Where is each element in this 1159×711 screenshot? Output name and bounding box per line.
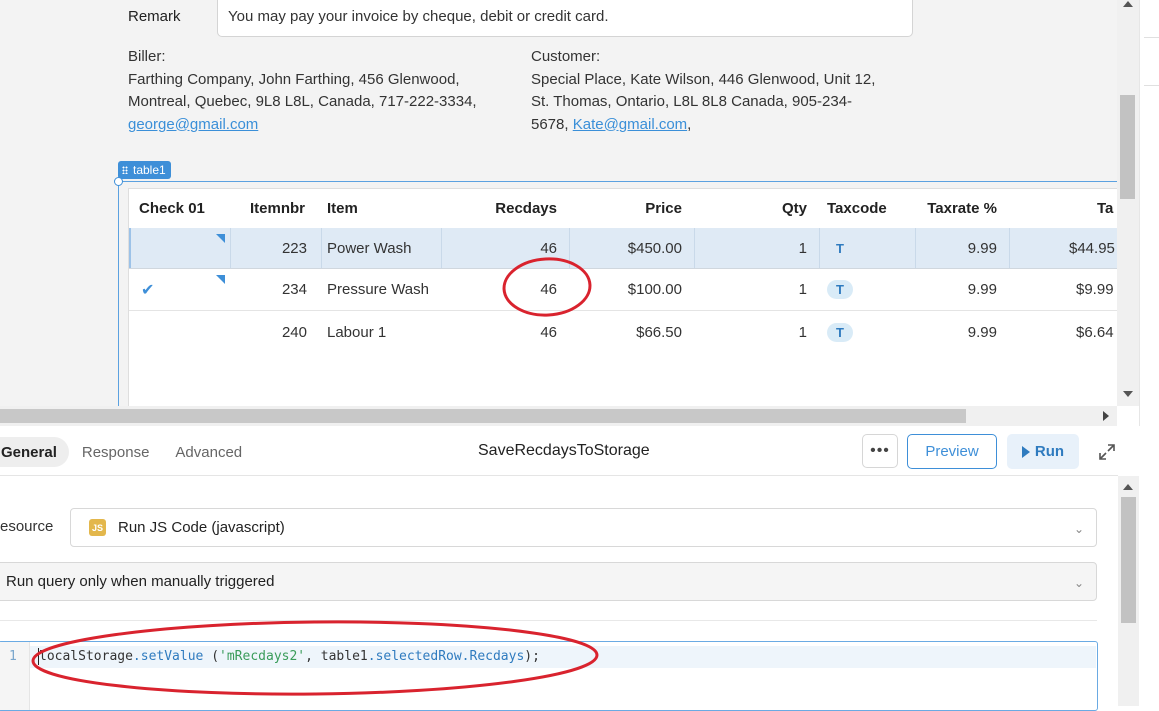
customer-line-3-suffix: , (687, 115, 692, 133)
cell-itemnbr: 240 (281, 323, 307, 341)
remark-field[interactable]: You may pay your invoice by cheque, debi… (217, 0, 913, 37)
cell-taxcode: T (836, 240, 844, 256)
code-editor[interactable]: 1 localStorage.setValue ('mRecdays2', ta… (0, 641, 1098, 711)
cell-price: $100.00 (627, 281, 682, 298)
col-header-price[interactable]: Price (589, 189, 682, 227)
customer-block: Customer: Special Place, Kate Wilson, 44… (531, 46, 875, 136)
tab-response[interactable]: Response (69, 437, 163, 467)
scroll-up-arrow-icon[interactable] (1123, 1, 1133, 7)
cell-qty: 1 (798, 281, 807, 298)
code-line[interactable]: localStorage.setValue ('mRecdays2', tabl… (39, 649, 540, 664)
cell-item: Pressure Wash (327, 281, 429, 298)
customer-line-1: Special Place, Kate Wilson, 446 Glenwood… (531, 70, 876, 88)
cell-taxrate: 9.99 (967, 323, 997, 341)
scroll-right-arrow-icon[interactable] (1103, 411, 1109, 421)
cell-tax: $6.64 (1076, 323, 1114, 341)
data-table: Check 01 Itemnbr Item Recdays Price Qty … (128, 188, 1117, 406)
cell-tax: $44.95 (1069, 239, 1115, 257)
col-header-check[interactable]: Check 01 (139, 189, 205, 227)
cell-recdays: 46 (540, 323, 557, 341)
js-badge-icon: JS (89, 519, 106, 536)
col-header-recdays[interactable]: Recdays (469, 189, 557, 227)
checkmark-icon[interactable]: ✔ (141, 269, 154, 310)
editor-vertical-scrollbar[interactable] (1118, 476, 1139, 706)
resource-label: esource (0, 518, 54, 535)
customer-email-link[interactable]: Kate@gmail.com (573, 116, 687, 133)
cell-recdays: 46 (540, 281, 557, 298)
cell-item: Labour 1 (327, 323, 387, 341)
chevron-down-icon: ⌄ (1073, 522, 1084, 536)
biller-block: Biller: Farthing Company, John Farthing,… (128, 46, 477, 136)
remark-label: Remark (128, 8, 181, 25)
scroll-thumb[interactable] (1120, 95, 1135, 199)
scroll-down-arrow-icon[interactable] (1123, 391, 1133, 397)
scroll-thumb[interactable] (0, 409, 966, 423)
table-row[interactable]: 240 Labour 1 46 $66.50 1 T 9.99 $6.64 (129, 311, 1117, 353)
play-icon (1021, 445, 1030, 458)
more-options-button[interactable]: ••• (862, 434, 898, 468)
biller-line-1: Farthing Company, John Farthing, 456 Gle… (128, 70, 460, 88)
line-gutter: 1 (0, 642, 30, 710)
cell-qty: 1 (798, 323, 807, 341)
edited-cell-marker (216, 275, 225, 284)
customer-line-2: St. Thomas, Ontario, L8L 8L8 Canada, 905… (531, 93, 853, 110)
query-editor: General Response Advanced SaveRecdaysToS… (0, 426, 1159, 711)
drag-grip-icon[interactable] (122, 166, 128, 174)
scroll-up-arrow-icon[interactable] (1123, 484, 1133, 490)
ellipsis-icon: ••• (870, 442, 890, 459)
query-name[interactable]: SaveRecdaysToStorage (478, 442, 650, 460)
table-row[interactable]: 223 Power Wash 46 $450.00 1 T 9.99 $44.9… (129, 228, 1117, 269)
biller-email-link[interactable]: george@gmail.com (128, 116, 258, 133)
col-header-taxcode[interactable]: Taxcode (827, 189, 887, 227)
cell-taxcode: T (827, 280, 853, 299)
line-number: 1 (9, 649, 17, 664)
col-header-taxrate[interactable]: Taxrate % (899, 189, 997, 227)
col-header-itemnbr[interactable]: Itemnbr (250, 189, 305, 227)
chevron-down-icon: ⌄ (1073, 576, 1084, 590)
canvas-horizontal-scrollbar[interactable] (0, 406, 1117, 426)
tab-general[interactable]: General (0, 437, 69, 467)
cell-taxrate: 9.99 (967, 281, 997, 298)
table-component-tag[interactable]: table1 (118, 161, 171, 179)
resource-value: Run JS Code (javascript) (118, 519, 285, 536)
resize-handle[interactable] (114, 177, 123, 186)
query-tabs: General Response Advanced (0, 437, 255, 467)
cell-taxcode: T (827, 322, 853, 342)
tab-advanced[interactable]: Advanced (162, 437, 255, 467)
cell-price: $66.50 (636, 323, 682, 341)
scroll-thumb[interactable] (1121, 497, 1136, 623)
app-canvas: Remark You may pay your invoice by chequ… (0, 0, 1117, 406)
cell-tax: $9.99 (1076, 281, 1114, 298)
col-header-item[interactable]: Item (327, 189, 358, 227)
customer-line-3: 5678, (531, 115, 573, 133)
cell-itemnbr: 234 (281, 281, 307, 298)
biller-line-2: Montreal, Quebec, 9L8 L8L, Canada, 717-2… (128, 93, 477, 110)
cell-item: Power Wash (327, 239, 412, 257)
cell-price: $450.00 (627, 239, 682, 257)
run-label: Run (1034, 443, 1065, 460)
trigger-select[interactable]: Run query only when manually triggered ⌄ (0, 562, 1097, 601)
cell-taxrate: 9.99 (967, 239, 997, 257)
cell-qty: 1 (798, 239, 807, 257)
preview-button[interactable]: Preview (907, 434, 997, 469)
resource-select[interactable]: JS Run JS Code (javascript) ⌄ (70, 508, 1097, 547)
cell-recdays: 46 (540, 239, 557, 257)
edited-cell-marker (216, 234, 225, 243)
right-panel-edge (1139, 0, 1159, 426)
table-row[interactable]: ✔ 234 Pressure Wash 46 $100.00 1 T 9.99 … (129, 269, 1117, 311)
col-header-tax[interactable]: Ta (1097, 189, 1113, 227)
expand-icon[interactable] (1098, 443, 1116, 461)
col-header-qty[interactable]: Qty (729, 189, 807, 227)
cell-itemnbr: 223 (281, 239, 307, 257)
table-header-row: Check 01 Itemnbr Item Recdays Price Qty … (129, 189, 1117, 227)
customer-label: Customer: (531, 48, 601, 65)
trigger-value: Run query only when manually triggered (6, 573, 275, 590)
table-component-name: table1 (133, 163, 166, 177)
canvas-vertical-scrollbar[interactable] (1117, 0, 1139, 406)
run-button[interactable]: Run (1007, 434, 1079, 469)
biller-label: Biller: (128, 48, 166, 65)
